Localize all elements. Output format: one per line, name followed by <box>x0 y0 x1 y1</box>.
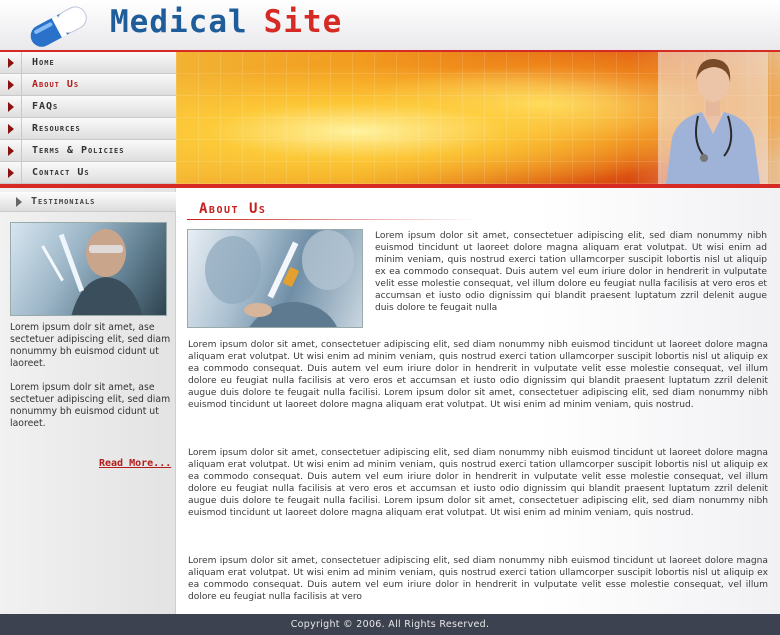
nav-item-terms-policies[interactable]: Terms & Policies <box>0 140 176 162</box>
nav-item-home[interactable]: Home <box>0 52 176 74</box>
triangle-right-icon <box>0 96 22 117</box>
intro-paragraph: Lorem ipsum dolor sit amet, consectetuer… <box>375 231 767 313</box>
copyright-text: Copyright © 2006. All Rights Reserved. <box>290 619 490 630</box>
triangle-right-icon <box>0 74 22 95</box>
doctor-photo <box>658 52 768 184</box>
main-navigation: Home About Us FAQs Resources Terms & Pol… <box>0 52 176 184</box>
site-footer: Copyright © 2006. All Rights Reserved. <box>0 614 780 635</box>
triangle-right-icon <box>0 52 22 73</box>
main-content: About Us Lorem ipsum dolor sit amet, con… <box>177 188 780 614</box>
testimonial-text-2: Lorem ipsum dolr sit amet, ase sectetuer… <box>10 382 171 429</box>
nav-label: FAQs <box>32 101 59 112</box>
nav-label: Contact Us <box>32 167 90 178</box>
title-underline <box>187 219 479 220</box>
nav-label: About Us <box>32 79 80 90</box>
nav-label: Resources <box>32 123 81 134</box>
lab-illustration <box>205 230 354 327</box>
triangle-right-icon <box>0 162 22 183</box>
nav-label: Terms & Policies <box>32 145 125 156</box>
testimonial-text-1: Lorem ipsum dolr sit amet, ase sectetuer… <box>10 322 171 369</box>
triangle-right-icon <box>0 140 22 161</box>
logo-word-2: Site <box>263 4 343 40</box>
testimonials-heading: Testimonials <box>0 192 176 212</box>
body-paragraph-2: Lorem ipsum dolor sit amet, consectetuer… <box>188 448 768 518</box>
capsule-pill-icon <box>30 6 87 47</box>
triangle-right-icon <box>0 118 22 139</box>
testimonials-heading-label: Testimonials <box>31 196 96 207</box>
page-title: About Us <box>199 201 267 217</box>
body-paragraph-1: Lorem ipsum dolor sit amet, consectetuer… <box>188 340 768 410</box>
hero-banner <box>176 52 780 184</box>
read-more-link[interactable]: Read More... <box>99 458 171 469</box>
nav-item-contact-us[interactable]: Contact Us <box>0 162 176 184</box>
triangle-right-icon <box>16 196 22 207</box>
nav-item-about-us[interactable]: About Us <box>0 74 176 96</box>
lab-photo <box>187 229 363 328</box>
nav-item-resources[interactable]: Resources <box>0 118 176 140</box>
site-logo-text[interactable]: Medical Site <box>110 4 342 40</box>
nav-item-faqs[interactable]: FAQs <box>0 96 176 118</box>
nav-label: Home <box>32 57 55 68</box>
sidebar: Testimonials Lorem ipsum dolr sit amet, … <box>0 188 176 614</box>
site-header: Medical Site <box>0 0 780 52</box>
body-paragraph-3: Lorem ipsum dolor sit amet, consectetuer… <box>188 556 768 602</box>
logo-word-1: Medical <box>110 4 248 40</box>
scientist-photo <box>10 222 167 316</box>
scientist-illustration <box>41 229 143 315</box>
